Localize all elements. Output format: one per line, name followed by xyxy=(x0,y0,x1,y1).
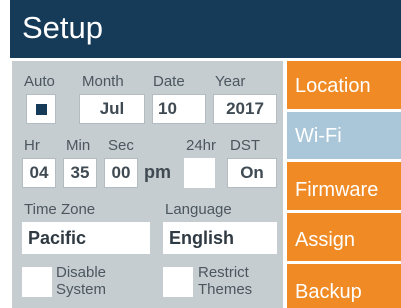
nav-backup-button[interactable]: Backup xyxy=(287,264,401,308)
auto-checkbox[interactable] xyxy=(26,94,56,124)
nav-assign-label: Assign xyxy=(295,229,356,251)
language-select[interactable]: English xyxy=(163,222,277,254)
nav-wifi-label: Wi-Fi xyxy=(295,125,342,147)
language-label: Language xyxy=(165,201,232,218)
settings-panel: Auto Month Date Year Jul 10 2017 Hr Min … xyxy=(12,61,283,308)
24hr-checkbox[interactable] xyxy=(184,158,215,188)
page-title: Setup xyxy=(22,10,104,45)
minute-field[interactable]: 35 xyxy=(63,158,97,188)
nav-location-label: Location xyxy=(295,75,371,97)
24hr-label: 24hr xyxy=(186,137,217,154)
title-bar: Setup xyxy=(10,0,401,58)
disable-label-line1: Disable xyxy=(56,264,107,281)
setup-screen: Setup Auto Month Date Year Jul 10 2017 H… xyxy=(0,0,401,308)
nav-firmware-button[interactable]: Firmware xyxy=(287,162,401,210)
restrict-label-line1: Restrict xyxy=(198,264,249,281)
nav-wifi-button[interactable]: Wi-Fi xyxy=(287,112,401,159)
second-label: Sec xyxy=(108,137,134,154)
disable-system-checkbox[interactable] xyxy=(22,267,52,297)
year-field[interactable]: 2017 xyxy=(213,94,277,124)
side-nav: Location Wi-Fi Firmware Assign Backup xyxy=(287,61,401,308)
ampm-indicator[interactable]: pm xyxy=(144,158,171,186)
restrict-label-line2: Themes xyxy=(198,281,253,298)
auto-label: Auto xyxy=(24,73,55,90)
date-field[interactable]: 10 xyxy=(152,94,206,124)
nav-firmware-label: Firmware xyxy=(295,179,379,201)
dst-field[interactable]: On xyxy=(227,158,277,188)
date-label: Date xyxy=(153,73,185,90)
timezone-select[interactable]: Pacific xyxy=(22,222,150,254)
auto-check-mark xyxy=(36,104,47,115)
hour-label: Hr xyxy=(24,137,40,154)
timezone-label: Time Zone xyxy=(24,201,96,218)
nav-backup-label: Backup xyxy=(295,281,362,303)
nav-assign-button[interactable]: Assign xyxy=(287,213,401,261)
dst-label: DST xyxy=(230,137,260,154)
restrict-themes-checkbox[interactable] xyxy=(163,267,193,297)
year-label: Year xyxy=(215,73,246,90)
nav-location-button[interactable]: Location xyxy=(287,61,401,109)
second-field[interactable]: 00 xyxy=(104,158,138,188)
minute-label: Min xyxy=(66,137,91,154)
month-field[interactable]: Jul xyxy=(79,94,145,124)
month-label: Month xyxy=(82,73,124,90)
hour-field[interactable]: 04 xyxy=(22,158,56,188)
disable-label-line2: System xyxy=(56,281,107,298)
